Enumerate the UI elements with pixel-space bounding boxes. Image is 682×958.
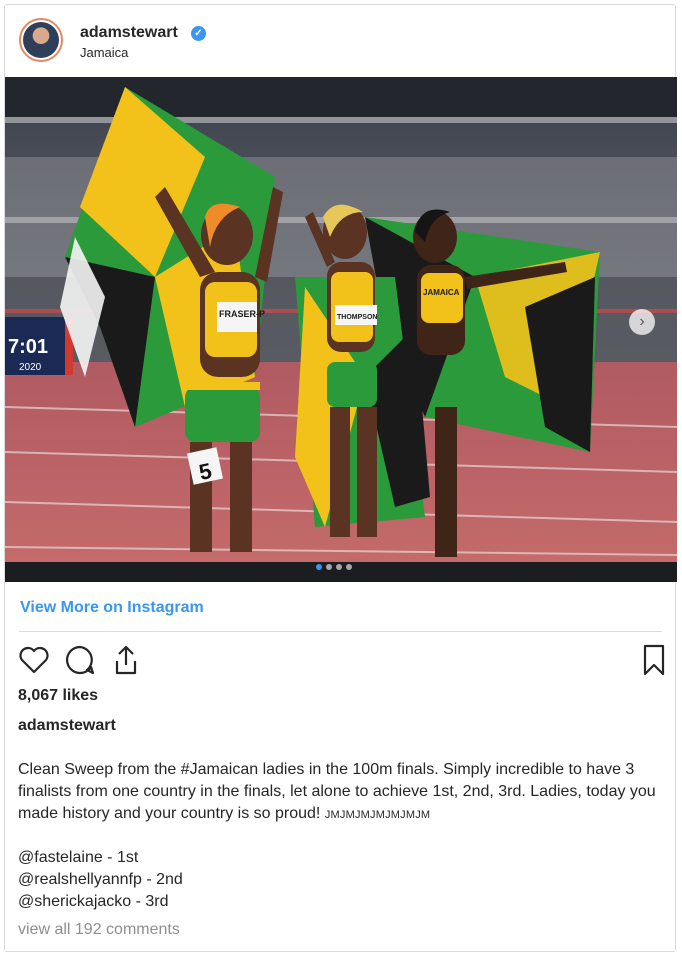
carousel-dot[interactable]: [346, 564, 352, 570]
instagram-post-card: adamstewart ✓ Jamaica 7:01 2020 5 FRASER…: [4, 4, 677, 952]
carousel-dots: [316, 557, 356, 570]
mention-item: @realshellyannfp - 2nd: [18, 869, 183, 891]
action-bar: [17, 643, 667, 679]
mention-item: @fastelaine - 1st: [18, 847, 183, 869]
divider: [19, 631, 662, 632]
bib-name-1: FRASER-P: [219, 309, 265, 319]
username-link[interactable]: adamstewart: [80, 24, 178, 42]
caption-suffix: JMJMJMJMJMJMJM: [324, 809, 431, 821]
caption-text: Clean Sweep from the #Jamaican ladies in…: [18, 759, 658, 826]
athletes-photo-illustration: 7:01 2020 5 FRASER-P THOMPSON JAMAICA: [5, 77, 677, 582]
carousel-dot[interactable]: [326, 564, 332, 570]
carousel-dot[interactable]: [316, 564, 322, 570]
mention-handle[interactable]: @fastelaine: [18, 849, 103, 866]
bib-name-3: JAMAICA: [423, 288, 460, 297]
scoreboard-year: 2020: [19, 362, 42, 373]
mention-rank: - 3rd: [131, 893, 169, 910]
mention-rank: - 2nd: [141, 871, 183, 888]
bookmark-icon[interactable]: [637, 643, 671, 677]
caption-username[interactable]: adamstewart: [18, 717, 116, 735]
share-icon[interactable]: [109, 643, 143, 677]
avatar[interactable]: [19, 18, 63, 62]
mention-item: @sherickajacko - 3rd: [18, 891, 183, 913]
verified-icon: ✓: [191, 26, 206, 41]
post-photo[interactable]: 7:01 2020 5 FRASER-P THOMPSON JAMAICA ›: [5, 77, 677, 582]
post-header: adamstewart ✓ Jamaica: [5, 5, 675, 77]
bib-name-2: THOMPSON: [337, 314, 377, 321]
chevron-right-icon[interactable]: ›: [629, 309, 655, 335]
heart-icon[interactable]: [17, 643, 51, 677]
mention-handle[interactable]: @sherickajacko: [18, 893, 131, 910]
mention-handle[interactable]: @realshellyannfp: [18, 871, 142, 888]
likes-count[interactable]: 8,067 likes: [18, 687, 98, 705]
avatar-photo: [23, 22, 59, 58]
location-link[interactable]: Jamaica: [80, 45, 128, 60]
comment-icon[interactable]: [63, 643, 97, 677]
view-comments-link[interactable]: view all 192 comments: [18, 921, 180, 939]
carousel-dot[interactable]: [336, 564, 342, 570]
mentions-list: @fastelaine - 1st @realshellyannfp - 2nd…: [18, 847, 183, 913]
mention-rank: - 1st: [102, 849, 139, 866]
scoreboard-time: 7:01: [8, 336, 48, 358]
view-more-link[interactable]: View More on Instagram: [20, 599, 204, 617]
